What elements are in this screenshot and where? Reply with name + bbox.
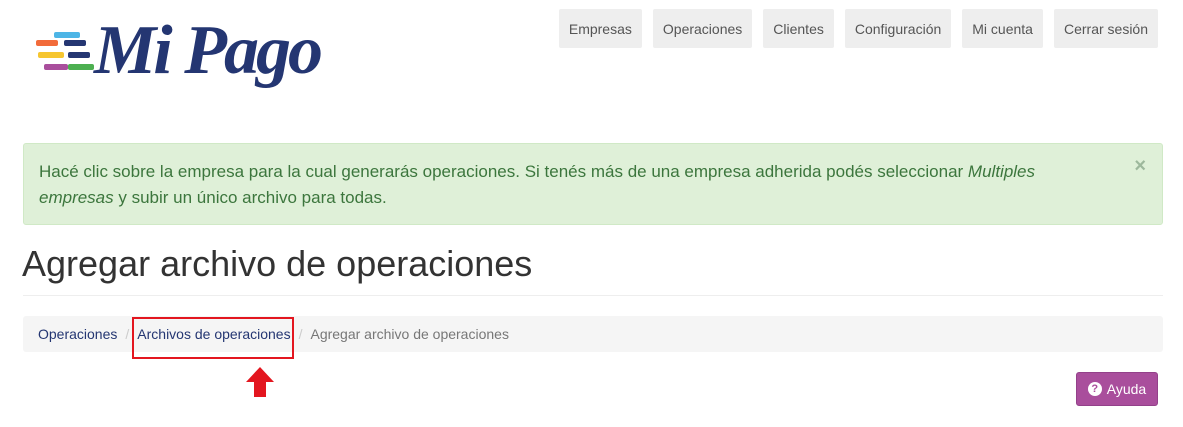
- nav-empresas[interactable]: Empresas: [558, 9, 642, 48]
- top-navigation: Empresas Operaciones Clientes Configurac…: [558, 9, 1158, 48]
- breadcrumb-separator: /: [125, 326, 130, 342]
- brand-name: Mi Pago: [94, 12, 323, 89]
- nav-operaciones[interactable]: Operaciones: [652, 9, 753, 48]
- logo-stripes-icon: [36, 32, 94, 70]
- help-button-label: Ayuda: [1106, 381, 1147, 397]
- brand-logo[interactable]: Mi Pago: [28, 16, 328, 102]
- breadcrumb: Operaciones / Archivos de operaciones / …: [23, 316, 1163, 352]
- breadcrumb-archivos-de-operaciones[interactable]: Archivos de operaciones: [137, 326, 290, 342]
- alert-text-after: y subir un único archivo para todas.: [113, 188, 387, 207]
- page-title: Agregar archivo de operaciones: [22, 243, 533, 284]
- title-divider: [23, 295, 1163, 296]
- nav-mi-cuenta[interactable]: Mi cuenta: [962, 9, 1043, 48]
- breadcrumb-operaciones[interactable]: Operaciones: [38, 326, 117, 342]
- breadcrumb-current: Agregar archivo de operaciones: [310, 326, 509, 342]
- nav-clientes[interactable]: Clientes: [763, 9, 834, 48]
- nav-cerrar-sesion[interactable]: Cerrar sesión: [1053, 9, 1158, 48]
- info-alert: Hacé clic sobre la empresa para la cual …: [23, 143, 1163, 225]
- breadcrumb-separator: /: [298, 326, 303, 342]
- arrow-up-icon: [246, 367, 274, 397]
- question-circle-icon: ?: [1087, 382, 1102, 396]
- close-icon[interactable]: ×: [1134, 156, 1146, 176]
- nav-configuracion[interactable]: Configuración: [844, 9, 952, 48]
- help-button[interactable]: ? Ayuda: [1076, 372, 1158, 406]
- alert-text-before: Hacé clic sobre la empresa para la cual …: [39, 162, 968, 181]
